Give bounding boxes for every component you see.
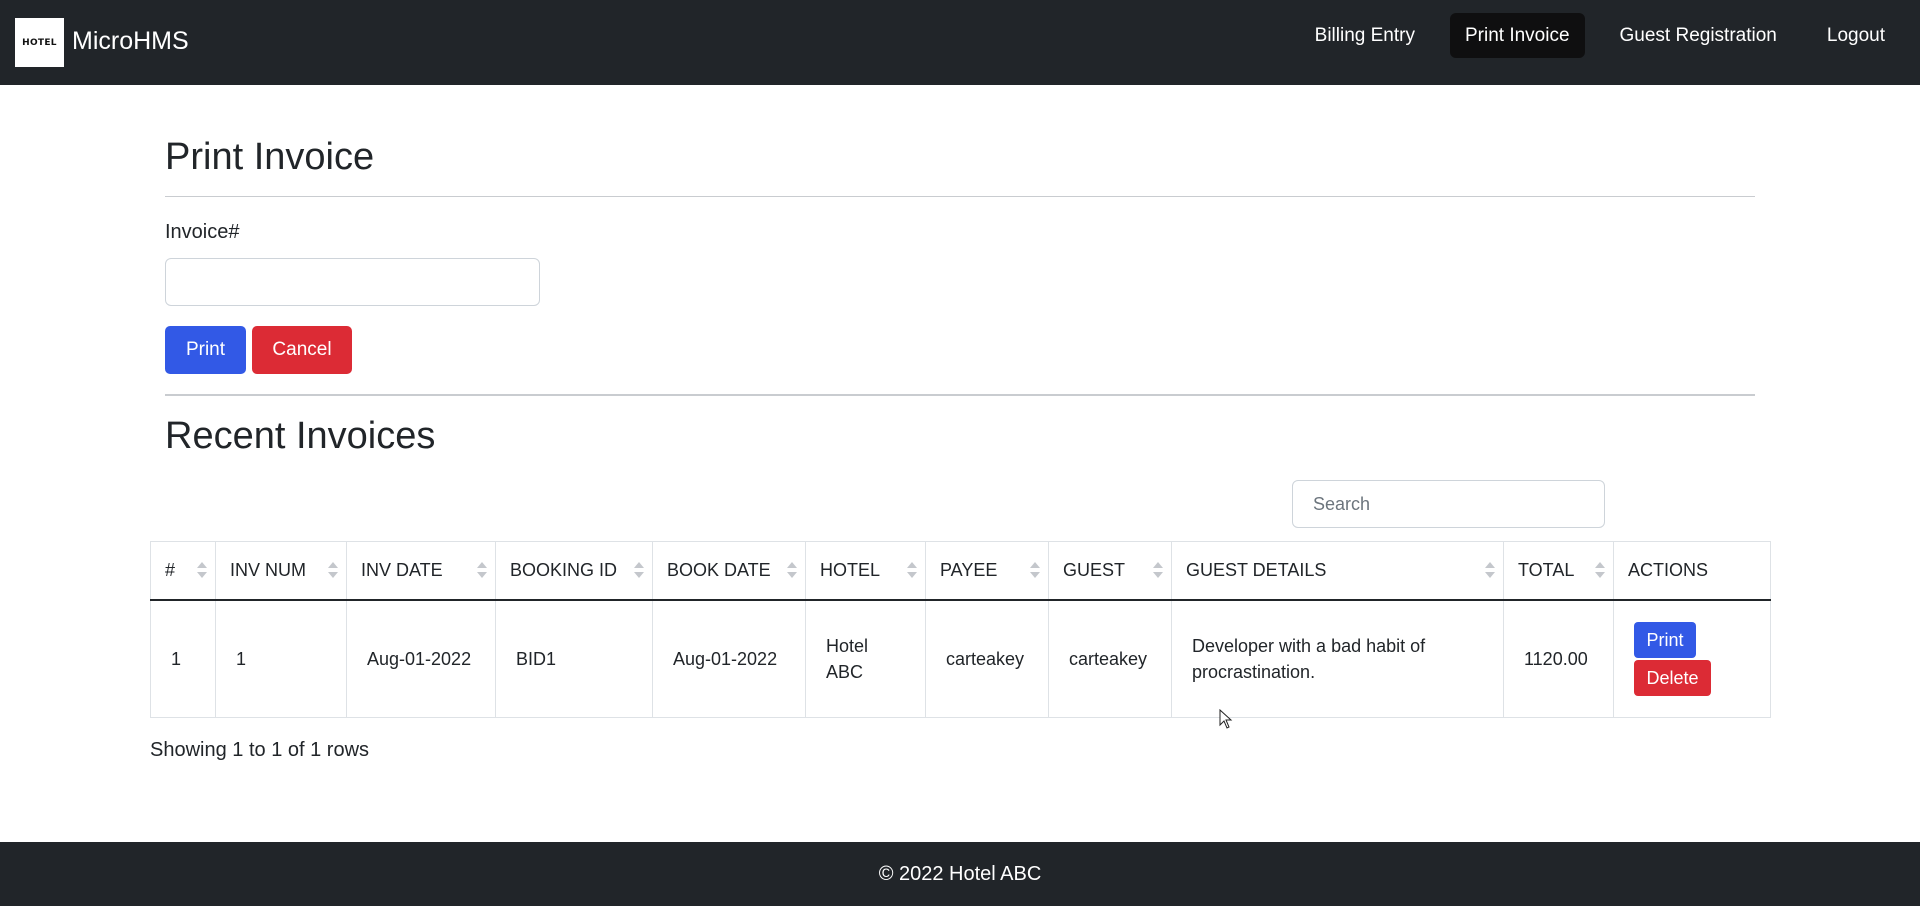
search-input[interactable] [1292,480,1605,528]
sort-icon [1595,562,1605,579]
column-header-payee[interactable]: PAYEE [925,541,1049,601]
hotel-logo-icon: HOTEL [15,18,64,67]
column-header-actions: ACTIONS [1613,541,1771,601]
brand-name[interactable]: MicroHMS [72,27,189,56]
column-header-guest[interactable]: GUEST [1048,541,1172,601]
cell-guest-details: Developer with a bad habit of procrastin… [1171,599,1504,718]
cell-actions: Print Delete [1613,599,1771,718]
cell-book-date: Aug-01-2022 [652,599,806,718]
column-header-inv-date[interactable]: INV DATE [346,541,496,601]
table-row: 1 1 Aug-01-2022 BID1 Aug-01-2022 Hotel A… [150,599,1771,718]
column-header-booking-id[interactable]: BOOKING ID [495,541,653,601]
sort-icon [787,562,797,579]
sort-icon [634,562,644,579]
sort-icon [1153,562,1163,579]
column-header-total[interactable]: TOTAL [1503,541,1614,601]
column-header-index[interactable]: # [150,541,216,601]
page-title: Print Invoice [165,136,375,178]
divider [165,394,1755,396]
nav-links: Billing Entry Print Invoice Guest Regist… [1280,13,1900,58]
cell-inv-date: Aug-01-2022 [346,599,496,718]
recent-invoices-title: Recent Invoices [165,415,436,457]
print-button[interactable]: Print [165,326,246,374]
cell-guest: carteakey [1048,599,1172,718]
cancel-button[interactable]: Cancel [252,326,352,374]
footer-copyright: © 2022 Hotel ABC [878,862,1042,885]
nav-logout[interactable]: Logout [1812,13,1900,58]
nav-billing-entry[interactable]: Billing Entry [1300,13,1430,58]
sort-icon [1030,562,1040,579]
logo-text: HOTEL [22,37,57,48]
invoices-table: # INV NUM INV DATE BOOKING ID BOOK DATE … [150,541,1771,718]
row-print-button[interactable]: Print [1634,621,1696,658]
cell-inv-num: 1 [215,599,347,718]
sort-icon [328,562,338,579]
sort-icon [197,562,207,579]
column-header-hotel[interactable]: HOTEL [805,541,926,601]
invoice-number-label: Invoice# [165,221,240,243]
sort-icon [907,562,917,579]
top-navbar: HOTEL MicroHMS Billing Entry Print Invoi… [0,0,1920,85]
cell-booking-id: BID1 [495,599,653,718]
footer: © 2022 Hotel ABC [0,842,1920,906]
brand[interactable]: HOTEL MicroHMS [15,18,189,67]
sort-icon [477,562,487,579]
sort-icon [1485,562,1495,579]
nav-print-invoice[interactable]: Print Invoice [1449,13,1585,58]
invoice-number-input[interactable] [165,258,540,306]
divider [165,196,1755,197]
nav-guest-registration[interactable]: Guest Registration [1605,13,1792,58]
cell-hotel: Hotel ABC [805,599,926,718]
cell-total: 1120.00 [1503,599,1614,718]
pagination-info: Showing 1 to 1 of 1 rows [150,739,370,761]
column-header-guest-details[interactable]: GUEST DETAILS [1171,541,1504,601]
row-delete-button[interactable]: Delete [1634,659,1711,696]
column-header-inv-num[interactable]: INV NUM [215,541,347,601]
mouse-cursor-icon [1219,709,1233,729]
cell-index: 1 [150,599,216,718]
column-header-book-date[interactable]: BOOK DATE [652,541,806,601]
cell-payee: carteakey [925,599,1049,718]
table-header-row: # INV NUM INV DATE BOOKING ID BOOK DATE … [150,541,1771,601]
